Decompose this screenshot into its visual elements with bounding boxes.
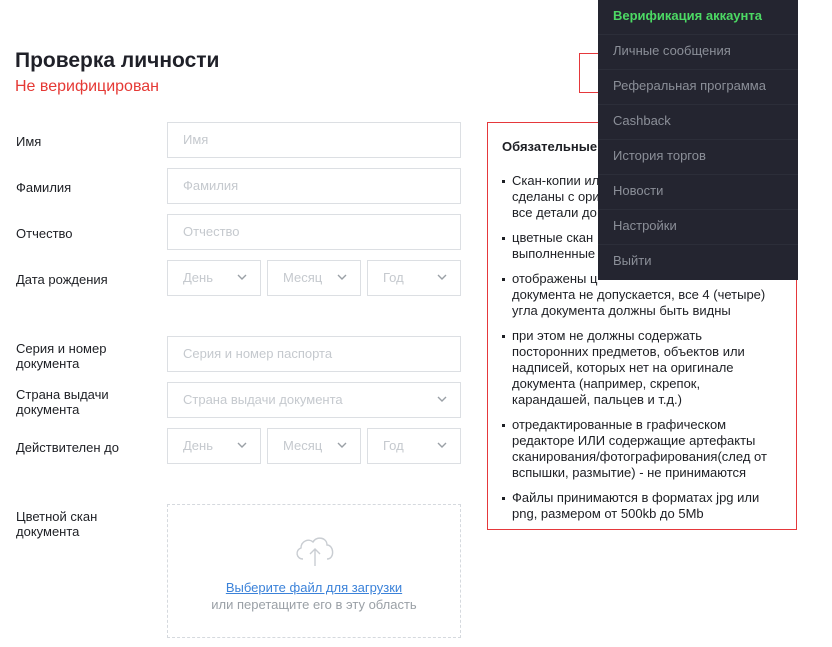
valid-day-select[interactable]: День [167,428,261,464]
list-item-line: угла документа должны быть видны [512,303,731,318]
account-dropdown-menu: Верификация аккаунта Личные сообщения Ре… [598,0,798,280]
list-item-line: при этом не должны содержать [512,328,703,343]
issue-country-select[interactable]: Страна выдачи документа [167,382,461,418]
birth-day-select[interactable]: День [167,260,261,296]
cloud-upload-icon [296,537,334,566]
menu-item-settings[interactable]: Настройки [598,210,798,245]
list-item-line: Файлы принимаются в форматах jpg или [512,490,760,505]
list-item: при этом не должны содержать посторонних… [502,328,787,408]
doc-number-label: Серия и номер документа [16,341,156,371]
doc-number-label-line1: Серия и номер [16,341,107,356]
menu-item-logout[interactable]: Выйти [598,245,798,280]
menu-item-cashback[interactable]: Cashback [598,105,798,140]
doc-number-label-line2: документа [16,356,80,371]
list-item-line: сканирования/фотографирования(след от [512,449,767,464]
menu-item-referral[interactable]: Реферальная программа [598,70,798,105]
menu-item-verification[interactable]: Верификация аккаунта [598,0,798,35]
chevron-down-icon [337,442,347,448]
menu-item-news[interactable]: Новости [598,175,798,210]
menu-item-trade-history[interactable]: История торгов [598,140,798,175]
issue-country-label-line1: Страна выдачи [16,387,109,402]
birth-day-placeholder: День [183,270,213,285]
last-name-label: Фамилия [16,180,72,195]
verification-status: Не верифицирован [15,78,160,95]
last-name-placeholder: Фамилия [183,178,239,193]
valid-month-select[interactable]: Месяц [267,428,361,464]
middle-name-placeholder: Отчество [183,224,240,239]
middle-name-field[interactable]: Отчество [167,214,461,250]
list-item-line: png, размером от 500kb до 5Mb [512,506,704,521]
first-name-placeholder: Имя [183,132,209,147]
chevron-down-icon [437,396,447,402]
requirements-title: Обязательные [502,139,598,154]
birth-year-select[interactable]: Год [367,260,461,296]
chevron-down-icon [237,274,247,280]
doc-number-placeholder: Серия и номер паспорта [183,346,333,361]
scan-label: Цветной скан документа [16,509,156,539]
middle-name-label: Отчество [16,226,73,241]
first-name-label: Имя [16,134,42,149]
birth-month-placeholder: Месяц [283,270,323,285]
birth-month-select[interactable]: Месяц [267,260,361,296]
birth-date-label: Дата рождения [16,272,108,287]
scan-label-line2: документа [16,524,80,539]
issue-country-label-line2: документа [16,402,80,417]
doc-number-field[interactable]: Серия и номер паспорта [167,336,461,372]
menu-item-messages[interactable]: Личные сообщения [598,35,798,70]
first-name-field[interactable]: Имя [167,122,461,158]
valid-year-select[interactable]: Год [367,428,461,464]
last-name-field[interactable]: Фамилия [167,168,461,204]
list-item-line: вспышки, размытие) - не принимаются [512,465,747,480]
list-item: Файлы принимаются в форматах jpg или png… [502,490,787,522]
page-title: Проверка личности [15,49,220,72]
list-item-line: надписей, которых нет на оригинале [512,360,734,375]
chevron-down-icon [237,442,247,448]
list-item-line: карандашей, пальцев и т.д.) [512,392,683,407]
list-item-line: редакторе ИЛИ содержащие артефакты [512,433,756,448]
list-item: отредактированные в графическом редактор… [502,417,787,481]
list-item-line: документа (например, скрепок, [512,376,701,391]
valid-day-placeholder: День [183,438,213,453]
drag-drop-hint: или перетащите его в эту область [211,597,417,612]
valid-until-label: Действителен до [16,440,119,455]
birth-year-placeholder: Год [383,270,404,285]
file-dropzone[interactable]: Выберите файл для загрузки или перетащит… [167,504,461,638]
chevron-down-icon [437,274,447,280]
issue-country-placeholder: Страна выдачи документа [183,392,343,407]
valid-month-placeholder: Месяц [283,438,323,453]
choose-file-link[interactable]: Выберите файл для загрузки [168,580,460,595]
chevron-down-icon [337,274,347,280]
list-item-line: посторонних предметов, объектов или [512,344,745,359]
list-item-line: отредактированные в графическом [512,417,727,432]
list-item-line: документа не допускается, все 4 (четыре) [512,287,766,302]
issue-country-label: Страна выдачи документа [16,387,156,417]
scan-label-line1: Цветной скан [16,509,98,524]
chevron-down-icon [437,442,447,448]
valid-year-placeholder: Год [383,438,404,453]
